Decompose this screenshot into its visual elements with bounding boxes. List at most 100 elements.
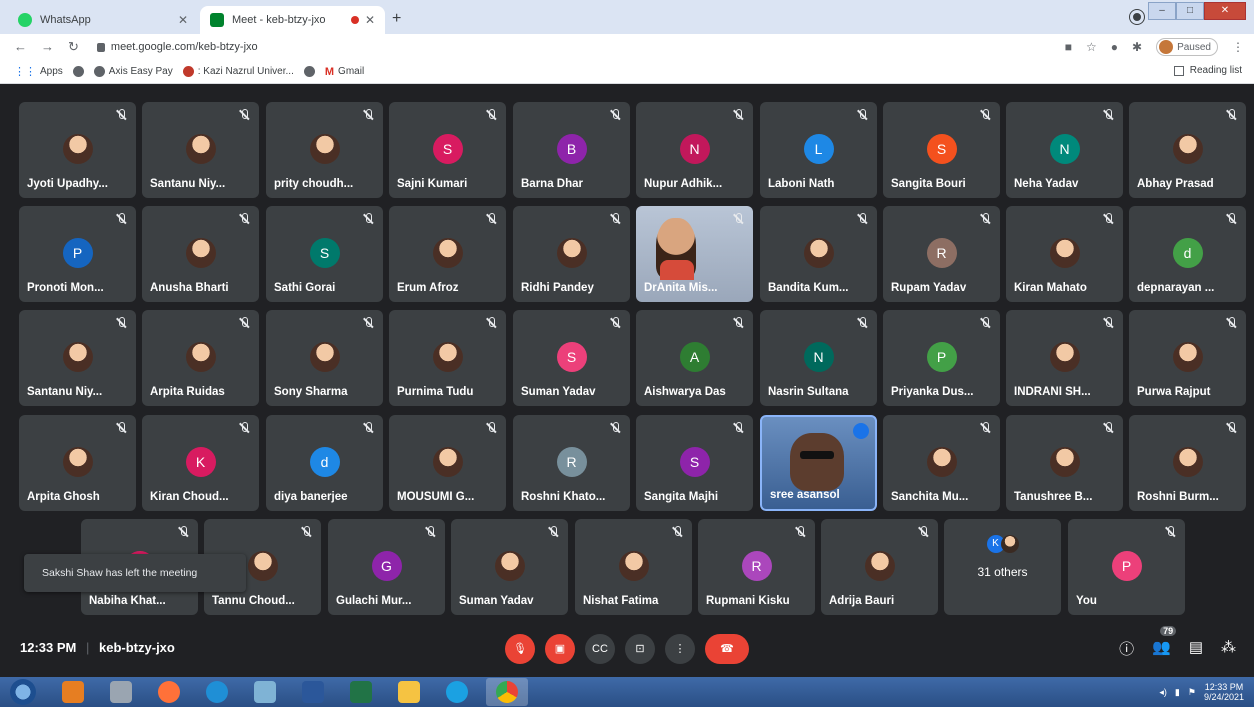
profile-icon[interactable]: [1130, 10, 1144, 24]
participant-tile[interactable]: Jyoti Upadhy...: [19, 102, 136, 198]
participant-tile[interactable]: R Rupam Yadav: [883, 206, 1000, 302]
participant-tile[interactable]: S Sangita Majhi: [636, 415, 753, 511]
participant-tile[interactable]: Abhay Prasad: [1129, 102, 1246, 198]
participant-tile[interactable]: G Gulachi Mur...: [328, 519, 445, 615]
bookmark-globe-2[interactable]: [303, 66, 315, 77]
network-icon[interactable]: ▮: [1175, 687, 1180, 698]
participant-tile[interactable]: R Rupmani Kisku: [698, 519, 815, 615]
start-button[interactable]: [10, 679, 36, 705]
people-button[interactable]: 👥 79: [1152, 626, 1177, 659]
flag-icon[interactable]: ⚑: [1188, 687, 1196, 698]
extension-icon[interactable]: ■: [1065, 40, 1072, 54]
participant-tile[interactable]: Kiran Mahato: [1006, 206, 1123, 302]
participant-tile[interactable]: Adrija Bauri: [821, 519, 938, 615]
participant-tile[interactable]: A Aishwarya Das: [636, 310, 753, 406]
close-tab-icon[interactable]: ✕: [365, 13, 375, 27]
bookmark-globe[interactable]: [72, 66, 84, 77]
participant-tile[interactable]: Purnima Tudu: [389, 310, 506, 406]
mic-off-button[interactable]: 🎙: [505, 634, 535, 664]
participant-tile[interactable]: Arpita Ghosh: [19, 415, 136, 511]
outlook-icon[interactable]: [62, 681, 84, 703]
participant-tile[interactable]: Tanushree B...: [1006, 415, 1123, 511]
explorer-icon[interactable]: [398, 681, 420, 703]
participant-tile[interactable]: L Laboni Nath: [760, 102, 877, 198]
participant-tile[interactable]: R Roshni Khato...: [513, 415, 630, 511]
participant-tile[interactable]: Ridhi Pandey: [513, 206, 630, 302]
participant-tile[interactable]: Santanu Niy...: [19, 310, 136, 406]
url-field[interactable]: meet.google.com/keb-btzy-jxo: [96, 41, 258, 53]
participant-tile[interactable]: DrAnita Mis...: [636, 206, 753, 302]
participant-tile[interactable]: S Sangita Bouri: [883, 102, 1000, 198]
tray-clock[interactable]: 12:33 PM 9/24/2021: [1204, 682, 1244, 702]
participant-tile[interactable]: B Barna Dhar: [513, 102, 630, 198]
participant-tile[interactable]: N Neha Yadav: [1006, 102, 1123, 198]
reload-icon[interactable]: ↻: [68, 39, 79, 55]
bookmark-apps[interactable]: ⋮⋮ Apps: [14, 65, 63, 78]
activities-icon[interactable]: ⁂: [1221, 638, 1236, 659]
calculator-icon[interactable]: [110, 681, 132, 703]
more-options-button[interactable]: ⋮: [665, 634, 695, 664]
participant-tile[interactable]: INDRANI SH...: [1006, 310, 1123, 406]
bookmark-knu[interactable]: : Kazi Nazrul Univer...: [182, 66, 294, 77]
firefox-icon[interactable]: [158, 681, 180, 703]
leave-call-button[interactable]: ☎: [705, 634, 749, 664]
camera-off-button[interactable]: ▣: [545, 634, 575, 664]
participant-tile[interactable]: prity choudh...: [266, 102, 383, 198]
participant-tile[interactable]: Nishat Fatima: [575, 519, 692, 615]
close-window-button[interactable]: ✕: [1204, 2, 1246, 20]
tab-whatsapp[interactable]: WhatsApp ✕: [8, 6, 198, 34]
volume-icon[interactable]: ◂): [1159, 687, 1167, 698]
paint-icon[interactable]: [254, 681, 276, 703]
participant-tile[interactable]: Suman Yadav: [451, 519, 568, 615]
participant-tile[interactable]: S Suman Yadav: [513, 310, 630, 406]
participant-tile[interactable]: N Nasrin Sultana: [760, 310, 877, 406]
extension-icon-2[interactable]: ●: [1111, 40, 1118, 54]
participant-tile[interactable]: P You: [1068, 519, 1185, 615]
puzzle-icon[interactable]: ✱: [1132, 40, 1142, 54]
participant-tile[interactable]: MOUSUMI G...: [389, 415, 506, 511]
participant-tile[interactable]: K 31 others: [944, 519, 1061, 615]
forward-icon[interactable]: →: [41, 39, 54, 55]
star-icon[interactable]: ☆: [1086, 40, 1097, 54]
participant-tile[interactable]: P Priyanka Dus...: [883, 310, 1000, 406]
participant-tile[interactable]: N Nupur Adhik...: [636, 102, 753, 198]
participant-tile[interactable]: d diya banerjee: [266, 415, 383, 511]
edge-icon[interactable]: [206, 681, 228, 703]
present-button[interactable]: ⊡: [625, 634, 655, 664]
word-icon[interactable]: [302, 681, 324, 703]
reading-list-button[interactable]: Reading list: [1173, 65, 1242, 76]
captions-button[interactable]: CC: [585, 634, 615, 664]
participant-name: Nishat Fatima: [583, 595, 659, 607]
chat-icon[interactable]: ▤: [1189, 638, 1203, 659]
ie-icon[interactable]: [446, 681, 468, 703]
participant-tile[interactable]: Sanchita Mu...: [883, 415, 1000, 511]
participant-tile[interactable]: Roshni Burm...: [1129, 415, 1246, 511]
maximize-button[interactable]: □: [1176, 2, 1204, 20]
close-tab-icon[interactable]: ✕: [178, 13, 188, 27]
chrome-icon[interactable]: [496, 681, 518, 703]
participant-tile[interactable]: Arpita Ruidas: [142, 310, 259, 406]
new-tab-button[interactable]: +: [392, 10, 401, 28]
participant-tile[interactable]: K Kiran Choud...: [142, 415, 259, 511]
participant-tile[interactable]: Erum Afroz: [389, 206, 506, 302]
participant-tile[interactable]: P Pronoti Mon...: [19, 206, 136, 302]
bookmark-axis[interactable]: Axis Easy Pay: [93, 66, 173, 77]
menu-icon[interactable]: ⋮: [1232, 40, 1244, 54]
participant-tile[interactable]: Sony Sharma: [266, 310, 383, 406]
bookmark-gmail[interactable]: M Gmail: [325, 66, 364, 78]
info-icon[interactable]: ⓘ: [1119, 638, 1134, 659]
participant-tile[interactable]: sree asansol: [760, 415, 877, 511]
minimize-button[interactable]: –: [1148, 2, 1176, 20]
participant-tile[interactable]: d depnarayan ...: [1129, 206, 1246, 302]
back-icon[interactable]: ←: [14, 39, 27, 55]
participant-tile[interactable]: Purwa Rajput: [1129, 310, 1246, 406]
participant-tile[interactable]: S Sathi Gorai: [266, 206, 383, 302]
participant-tile[interactable]: Santanu Niy...: [142, 102, 259, 198]
excel-icon[interactable]: [350, 681, 372, 703]
profile-button[interactable]: Paused: [1156, 38, 1218, 56]
tab-meet[interactable]: Meet - keb-btzy-jxo ✕: [200, 6, 385, 34]
participant-tile[interactable]: S Sajni Kumari: [389, 102, 506, 198]
participant-tile[interactable]: Bandita Kum...: [760, 206, 877, 302]
participant-tile[interactable]: Anusha Bharti: [142, 206, 259, 302]
mic-muted-icon: [237, 421, 251, 435]
